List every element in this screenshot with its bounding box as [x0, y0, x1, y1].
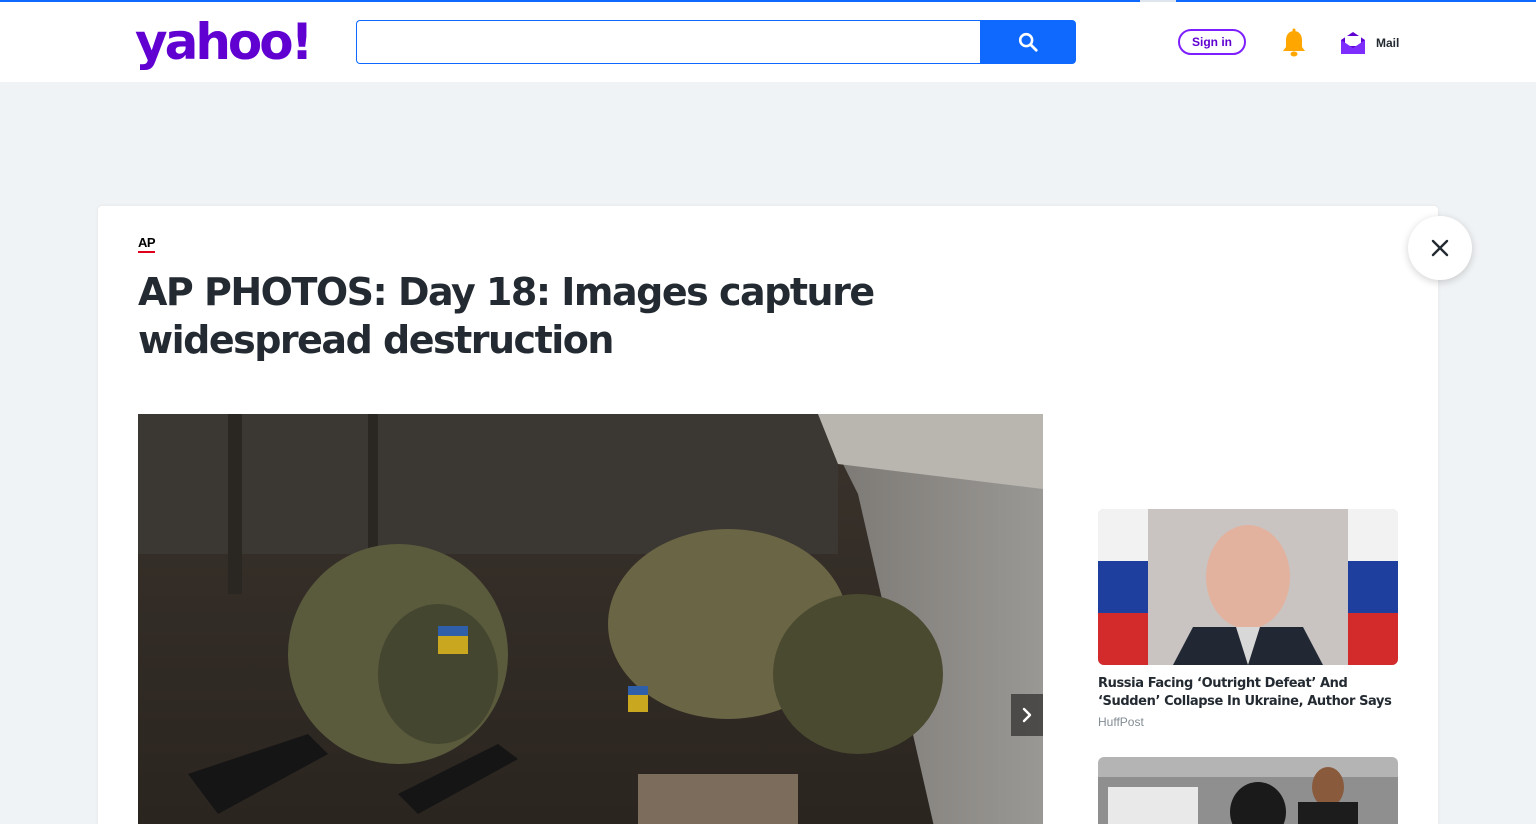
story-title[interactable]: Russia Facing ‘Outright Defeat’ And ‘Sud…: [1098, 675, 1398, 711]
search-input[interactable]: [356, 20, 980, 64]
next-photo-button[interactable]: [1011, 694, 1043, 736]
sidebar-story[interactable]: Russia Facing ‘Outright Defeat’ And ‘Sud…: [1098, 509, 1398, 729]
story-thumbnail-image: [1098, 509, 1398, 665]
sidebar-story-2[interactable]: [1098, 757, 1398, 824]
story-thumbnail-image-2: [1098, 757, 1398, 824]
mail-link[interactable]: Mail: [1340, 28, 1399, 58]
chevron-right-icon: [1022, 707, 1032, 723]
article-title: AP PHOTOS: Day 18: Images capture widesp…: [138, 270, 875, 362]
yahoo-logo[interactable]: yahoo!: [135, 12, 313, 72]
story-source: HuffPost: [1098, 715, 1144, 729]
close-icon: [1431, 239, 1449, 257]
mail-icon: [1341, 32, 1365, 54]
bell-icon: [1283, 28, 1305, 57]
search-icon: [1018, 32, 1038, 52]
close-button[interactable]: [1408, 216, 1472, 280]
notifications-button[interactable]: [1280, 28, 1308, 58]
soldiers-photo-image: [138, 414, 1043, 824]
mail-label: Mail: [1376, 36, 1400, 50]
top-header: yahoo! Sign in Mail: [0, 2, 1536, 82]
sign-in-button[interactable]: Sign in: [1178, 29, 1246, 55]
source-logo[interactable]: AP: [138, 236, 156, 253]
article-photo[interactable]: [138, 414, 1043, 824]
search-button[interactable]: [980, 20, 1076, 64]
search-bar: [356, 20, 1076, 64]
